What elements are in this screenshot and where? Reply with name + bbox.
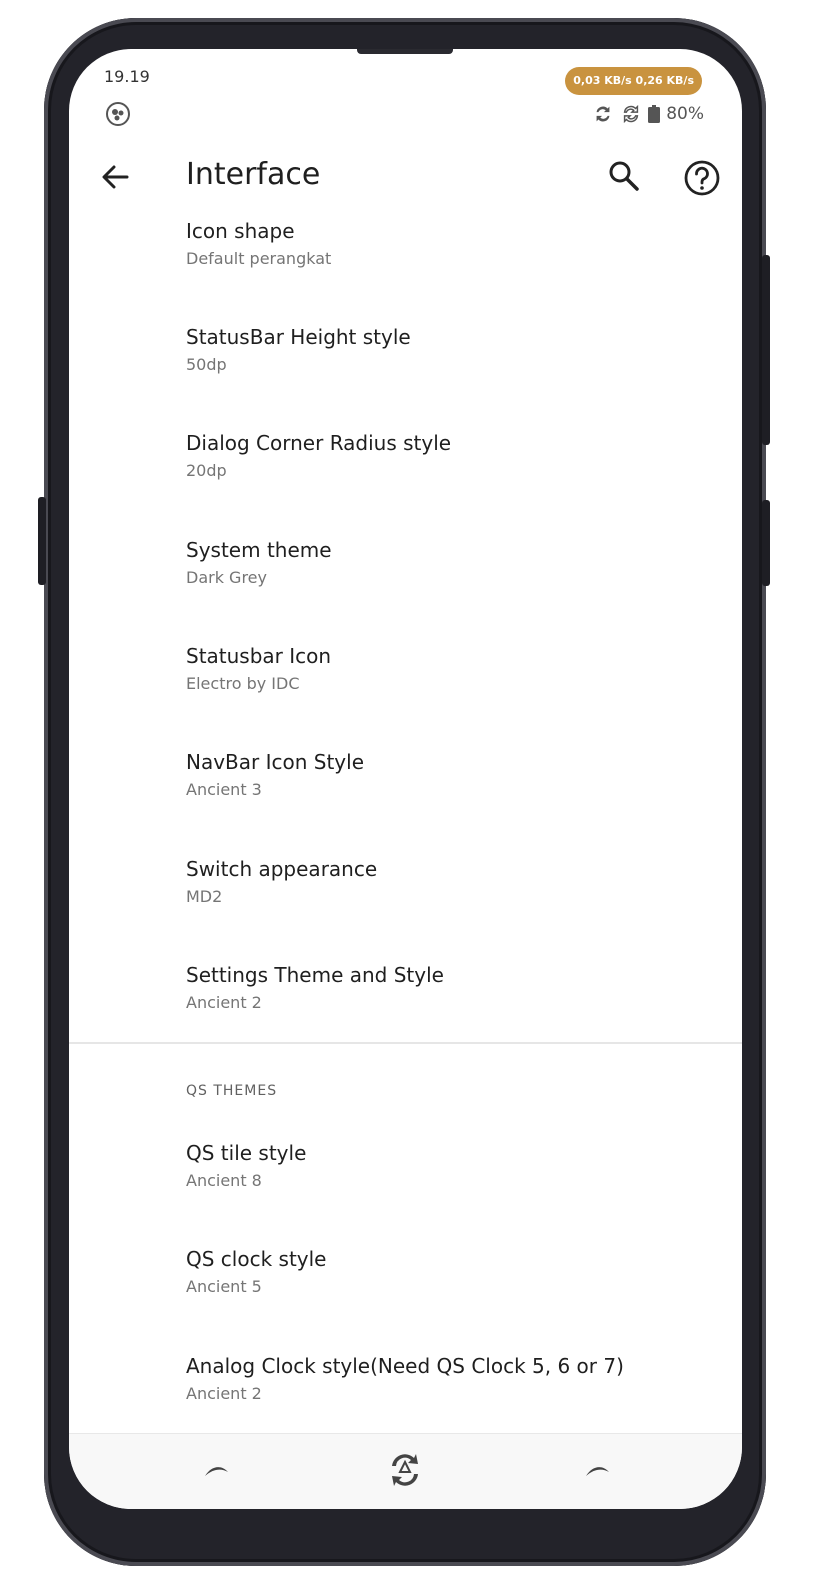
setting-navbar-icon-style[interactable]: NavBar Icon Style Ancient 3 (69, 740, 742, 836)
setting-value: Default perangkat (186, 249, 332, 268)
setting-value: 50dp (186, 355, 227, 374)
setting-title: Icon shape (186, 219, 295, 243)
battery-percent: 80% (666, 104, 704, 124)
setting-switch-appearance[interactable]: Switch appearance MD2 (69, 847, 742, 943)
nav-back-icon[interactable] (195, 1448, 239, 1492)
volume-button (762, 500, 770, 586)
setting-qs-clock-style[interactable]: QS clock style Ancient 5 (69, 1237, 742, 1333)
setting-statusbar-height[interactable]: StatusBar Height style 50dp (69, 315, 742, 411)
left-side-button (38, 497, 46, 585)
setting-statusbar-icon[interactable]: Statusbar Icon Electro by IDC (69, 634, 742, 730)
setting-qs-tile-style[interactable]: QS tile style Ancient 8 (69, 1131, 742, 1227)
notch (357, 49, 453, 54)
setting-system-theme[interactable]: System theme Dark Grey (69, 528, 742, 624)
setting-analog-clock-style[interactable]: Analog Clock style(Need QS Clock 5, 6 or… (69, 1344, 742, 1440)
sync-icon (596, 106, 610, 122)
help-circle-icon[interactable] (681, 157, 723, 199)
setting-value: Ancient 3 (186, 780, 262, 799)
setting-title: Analog Clock style(Need QS Clock 5, 6 or… (186, 1354, 624, 1378)
section-header-qs-themes: QS THEMES (186, 1083, 278, 1099)
status-icons: 80% (592, 101, 704, 127)
setting-title: QS tile style (186, 1141, 307, 1165)
setting-title: Statusbar Icon (186, 644, 332, 668)
nav-recents-icon[interactable] (575, 1448, 619, 1492)
setting-title: QS clock style (186, 1247, 327, 1271)
setting-title: System theme (186, 538, 332, 562)
setting-value: Ancient 8 (186, 1171, 262, 1190)
setting-title: Dialog Corner Radius style (186, 431, 452, 455)
setting-title: StatusBar Height style (186, 325, 411, 349)
setting-icon-shape[interactable]: Icon shape Default perangkat (69, 209, 742, 305)
section-divider (69, 1042, 742, 1044)
arrow-back-icon[interactable] (97, 159, 133, 195)
nav-home-icon[interactable] (383, 1448, 427, 1492)
battery-icon (648, 105, 661, 123)
setting-value: Ancient 2 (186, 1384, 262, 1403)
screen: 19.19 0,03 KB/s 0,26 KB/s 80% Interface (69, 49, 742, 1509)
sync-icon (623, 104, 639, 124)
setting-value: MD2 (186, 887, 223, 906)
setting-value: Dark Grey (186, 568, 267, 587)
navigation-bar (69, 1433, 742, 1509)
setting-value: Ancient 2 (186, 993, 262, 1012)
status-time: 19.19 (104, 67, 150, 86)
setting-dialog-corner-radius[interactable]: Dialog Corner Radius style 20dp (69, 421, 742, 517)
setting-title: NavBar Icon Style (186, 750, 365, 774)
net-speed-badge: 0,03 KB/s 0,26 KB/s (565, 67, 702, 95)
search-icon[interactable] (605, 157, 643, 195)
setting-title: Settings Theme and Style (186, 963, 444, 987)
setting-title: Switch appearance (186, 857, 378, 881)
setting-value: Electro by IDC (186, 674, 300, 693)
app-bar: Interface (69, 145, 742, 209)
setting-settings-theme[interactable]: Settings Theme and Style Ancient 2 (69, 953, 742, 1049)
app-notification-icon (106, 102, 130, 126)
setting-value: Ancient 5 (186, 1277, 262, 1296)
power-button (762, 255, 770, 445)
page-title: Interface (186, 157, 321, 192)
setting-value: 20dp (186, 461, 227, 480)
